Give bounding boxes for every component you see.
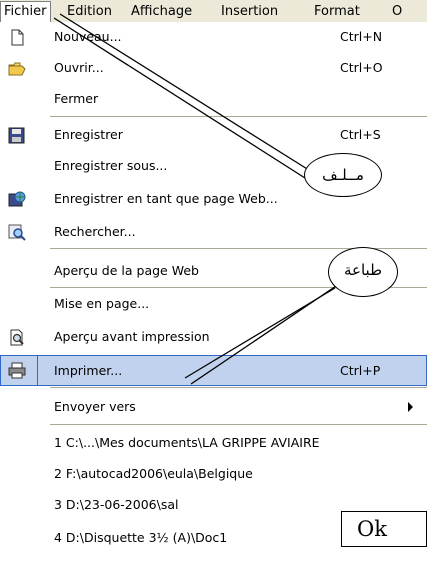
ok-label-text: Ok: [357, 517, 387, 541]
ok-label-box: Ok: [341, 511, 427, 547]
print-annotation-text: طباعة: [343, 261, 383, 279]
file-annotation-text: مــلـف: [322, 166, 364, 184]
file-annotation-bubble: مــلـف: [304, 153, 382, 197]
print-annotation-bubble: طباعة: [328, 247, 398, 297]
